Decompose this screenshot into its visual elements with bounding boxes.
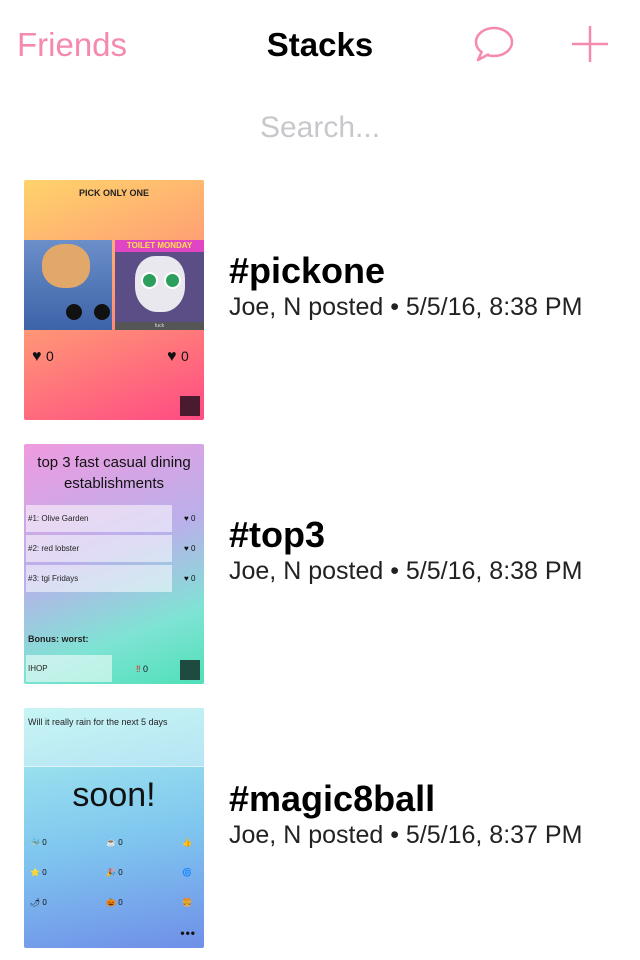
cat-photo: TOILET MONDAY fuck <box>115 240 204 330</box>
stack-thumbnail[interactable]: top 3 fast casual dining establishments … <box>24 444 204 684</box>
reaction[interactable]: 🌶 0 <box>30 898 47 907</box>
cat-banner: TOILET MONDAY <box>115 240 204 252</box>
dog-photo <box>24 240 112 330</box>
count-value: 0 <box>190 514 196 523</box>
left-vote-count: 0 <box>45 348 54 364</box>
reaction-count: 0 <box>42 868 47 877</box>
whale-icon: 🐳 <box>30 838 40 847</box>
bonus-count: ‼ 0 <box>136 664 148 674</box>
right-vote[interactable]: ♥ 0 <box>167 348 189 366</box>
navigation-bar: Friends Stacks <box>0 0 640 90</box>
stack-meta: Joe, N posted • 5/5/16, 8:38 PM <box>229 293 583 321</box>
chat-bubble-icon[interactable] <box>472 24 516 64</box>
search-input[interactable] <box>118 110 522 146</box>
reaction-count: 0 <box>42 838 47 847</box>
party-icon: 🎉 <box>106 868 116 877</box>
count-value: 0 <box>143 664 149 674</box>
dog-shape <box>42 244 90 288</box>
stack-thumbnail[interactable]: Will it really rain for the next 5 days … <box>24 708 204 948</box>
option-count: ♥ 0 <box>184 574 196 583</box>
cat-caption-text: fuck <box>154 323 165 329</box>
reaction[interactable]: 👍 <box>182 838 192 847</box>
reaction-count: 0 <box>118 868 123 877</box>
cat-shape <box>135 256 185 312</box>
corner-square <box>180 396 200 416</box>
left-vote[interactable]: ♥ 0 <box>32 348 54 366</box>
option-count: ♥ 0 <box>184 514 196 523</box>
preview-heading: top 3 fast casual dining establishments <box>37 454 191 492</box>
reaction[interactable]: 🍔 <box>182 898 192 907</box>
answer-text: soon! <box>72 776 156 814</box>
page-title: Stacks <box>266 26 374 63</box>
option-row[interactable]: #3: tgi Fridays <box>26 565 172 592</box>
reaction-count: 0 <box>42 898 47 907</box>
cat-caption: fuck <box>115 322 204 330</box>
reaction-count: 0 <box>118 838 123 847</box>
reaction[interactable]: 🌀 <box>182 868 192 877</box>
option-row[interactable]: #2: red lobster <box>26 535 172 562</box>
right-vote-count: 0 <box>180 348 189 364</box>
swirl-icon: 🌀 <box>182 868 192 877</box>
question-text: Will it really rain for the next 5 days <box>28 717 168 727</box>
pepper-icon: 🌶 <box>30 898 41 907</box>
stack-title[interactable]: #top3 <box>229 514 325 556</box>
stack-thumbnail[interactable]: PICK ONLY ONE TOILET MONDAY fuck ♥ 0 ♥ 0 <box>24 180 204 420</box>
exclamation-icon: ‼ <box>136 664 141 674</box>
coffee-icon: ☕ <box>106 838 116 847</box>
stack-title[interactable]: #magic8ball <box>229 778 435 820</box>
cat-eye <box>164 272 181 289</box>
preview-heading: PICK ONLY ONE <box>78 188 150 198</box>
stack-meta: Joe, N posted • 5/5/16, 8:38 PM <box>229 557 583 585</box>
shoe-shape <box>66 304 82 320</box>
count-value: 0 <box>190 544 196 553</box>
search-bar <box>0 110 640 150</box>
pumpkin-icon: 🎃 <box>106 898 116 907</box>
question-box: Will it really rain for the next 5 days <box>24 708 204 767</box>
thumbs-up-icon: 👍 <box>182 838 192 847</box>
reaction[interactable]: ⭐ 0 <box>30 868 47 877</box>
stack-meta: Joe, N posted • 5/5/16, 8:37 PM <box>229 821 583 849</box>
stack-row-top3[interactable]: top 3 fast casual dining establishments … <box>0 444 640 684</box>
corner-square <box>180 660 200 680</box>
reaction[interactable]: 🐳 0 <box>30 838 47 847</box>
more-options-icon[interactable]: ••• <box>180 926 196 940</box>
option-row[interactable]: #1: Olive Garden <box>26 505 172 532</box>
reaction[interactable]: 🎃 0 <box>106 898 123 907</box>
option-count: ♥ 0 <box>184 544 196 553</box>
shoe-shape <box>94 304 110 320</box>
bonus-option[interactable]: IHOP <box>26 655 112 682</box>
reaction[interactable]: 🎉 0 <box>106 868 123 877</box>
star-icon: ⭐ <box>30 868 40 877</box>
cat-eye <box>141 272 158 289</box>
count-value: 0 <box>190 574 196 583</box>
heart-icon: ♥ <box>32 348 42 365</box>
stack-title[interactable]: #pickone <box>229 250 385 292</box>
stack-row-magic8ball[interactable]: Will it really rain for the next 5 days … <box>0 708 640 948</box>
reaction[interactable]: ☕ 0 <box>106 838 123 847</box>
heart-icon: ♥ <box>167 348 177 365</box>
stack-row-pickone[interactable]: PICK ONLY ONE TOILET MONDAY fuck ♥ 0 ♥ 0… <box>0 180 640 420</box>
reaction-count: 0 <box>118 898 123 907</box>
plus-icon[interactable] <box>570 24 610 64</box>
bonus-label: Bonus: worst: <box>28 634 89 644</box>
burger-icon: 🍔 <box>182 898 192 907</box>
